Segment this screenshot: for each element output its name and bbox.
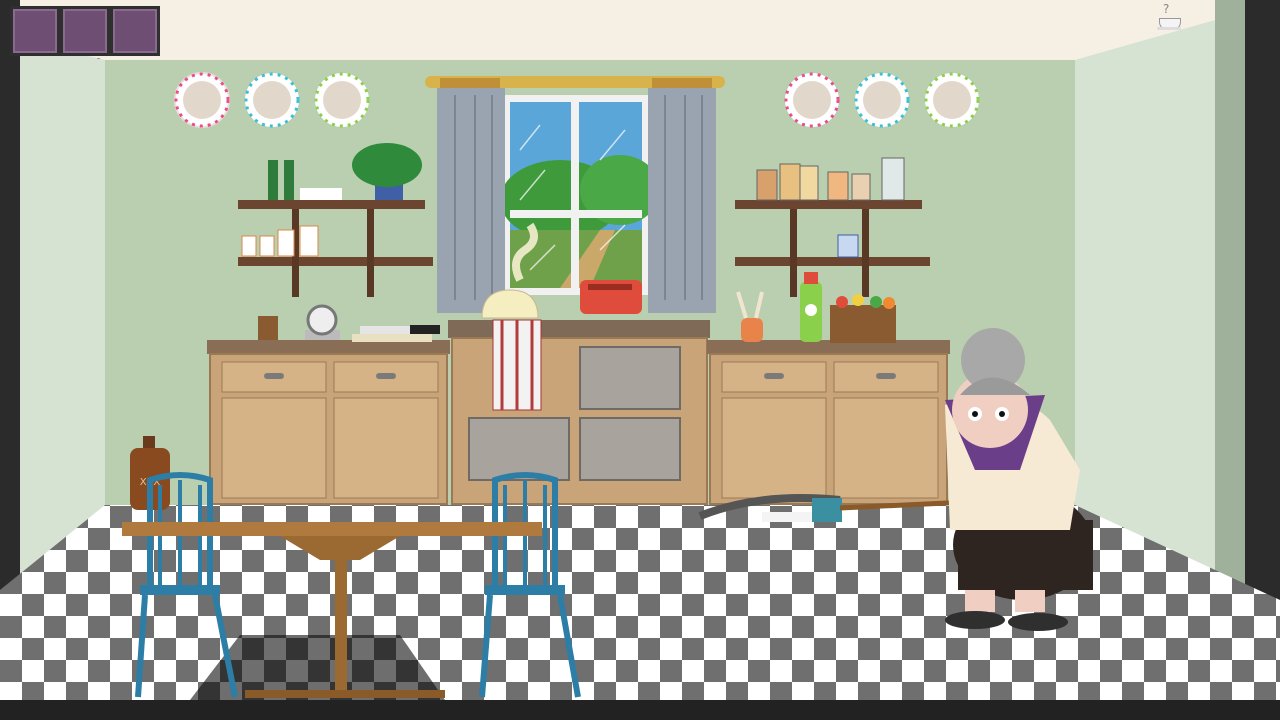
red-toaster[interactable] bbox=[580, 280, 642, 314]
kitchen-scene: XXX bbox=[0, 0, 1280, 720]
inventory-slot-3[interactable] bbox=[110, 6, 160, 56]
cabinet-left[interactable] bbox=[207, 340, 450, 505]
curtain-left[interactable] bbox=[437, 88, 505, 313]
cabinet-right[interactable] bbox=[707, 340, 950, 505]
tea-towel[interactable] bbox=[492, 319, 542, 411]
curtain-right[interactable] bbox=[648, 88, 716, 313]
kitchen-window[interactable] bbox=[500, 95, 660, 295]
knife-block[interactable] bbox=[258, 316, 278, 340]
decorative-plates-left bbox=[174, 72, 370, 128]
inventory-slot-2[interactable] bbox=[60, 6, 110, 56]
decorative-plates-right bbox=[784, 72, 980, 128]
poison-bottle[interactable] bbox=[800, 272, 822, 342]
aga-stove[interactable] bbox=[448, 320, 710, 505]
hint-button[interactable]: ? bbox=[1154, 2, 1184, 34]
teacup-hint-icon: ? bbox=[1156, 2, 1182, 30]
inventory-slot-1[interactable] bbox=[10, 6, 60, 56]
fruit-basket[interactable] bbox=[830, 294, 896, 343]
hint-label: ? bbox=[1163, 2, 1170, 16]
chopping-knife[interactable] bbox=[352, 325, 440, 342]
